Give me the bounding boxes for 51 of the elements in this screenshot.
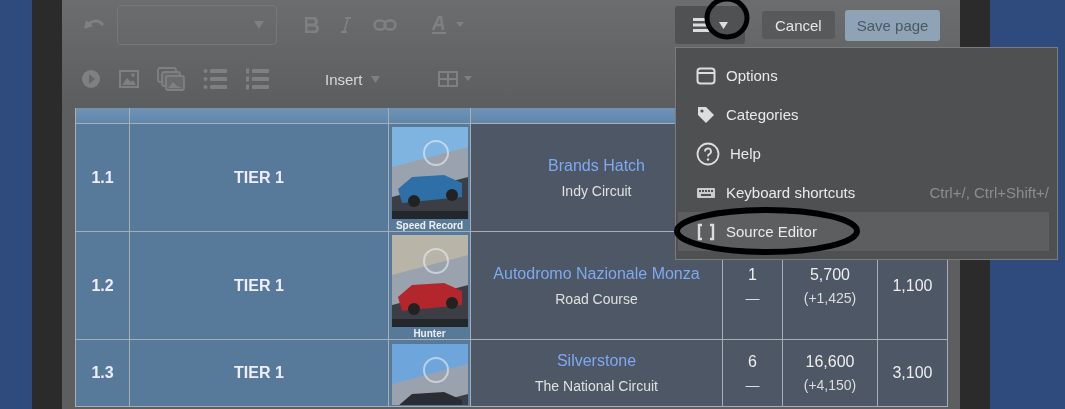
tier-label: TIER 1 <box>234 168 284 186</box>
caret-icon <box>718 21 728 29</box>
count-value: 1 <box>748 265 757 284</box>
track-link[interactable]: Silverstone <box>556 352 637 370</box>
menu-item[interactable]: Categories <box>678 95 1049 134</box>
caret-icon <box>370 75 380 83</box>
picture-caption: Hunter <box>413 328 446 339</box>
image-icon[interactable] <box>119 70 139 88</box>
score-bonus: (+1,425) <box>803 289 857 306</box>
link-icon[interactable] <box>373 19 397 31</box>
count-change: — <box>745 377 760 393</box>
insert-menu-button[interactable]: Insert <box>325 70 380 88</box>
menu-item[interactable]: Options <box>678 56 1049 95</box>
bullet-list-icon[interactable] <box>203 68 227 90</box>
save-page-button[interactable]: Save page <box>844 9 941 41</box>
track-layout: The National Circuit <box>535 378 658 394</box>
shortcut-hint: Ctrl+/, Ctrl+Shift+/ <box>929 184 1049 201</box>
track-link[interactable]: Autodromo Nazionale Monza <box>493 264 700 283</box>
reward-value: 1,100 <box>892 276 933 294</box>
tier-label: TIER 1 <box>234 364 284 381</box>
window-icon <box>696 66 716 85</box>
track-layout: Road Course <box>555 290 638 307</box>
score-bonus: (+4,150) <box>803 377 857 393</box>
numbered-list-icon[interactable] <box>245 68 269 90</box>
row-number: 1.2 <box>91 276 114 294</box>
picture-caption: Speed Record <box>395 220 464 231</box>
tag-icon <box>696 104 716 125</box>
score-value: 5,700 <box>809 265 850 284</box>
menu-icon <box>692 18 709 32</box>
tier-label: TIER 1 <box>234 276 284 294</box>
menu-item[interactable]: Help <box>678 134 1049 173</box>
brackets-icon <box>696 222 716 241</box>
count-value: 6 <box>748 353 757 371</box>
cancel-button[interactable]: Cancel <box>762 11 835 39</box>
caret-icon <box>254 21 264 29</box>
count-change: — <box>745 289 760 306</box>
bold-icon[interactable] <box>305 17 319 33</box>
track-layout: Indy Circuit <box>561 182 632 199</box>
keyboard-icon <box>696 185 716 200</box>
reward-value: 3,100 <box>892 364 933 381</box>
italic-icon[interactable] <box>341 17 351 33</box>
help-icon <box>696 141 720 166</box>
score-value: 16,600 <box>805 353 855 371</box>
gallery-icon[interactable] <box>157 67 185 91</box>
row-number: 1.1 <box>91 168 114 186</box>
text-style-icon[interactable] <box>431 16 467 34</box>
play-icon[interactable] <box>81 69 101 89</box>
track-link[interactable]: Brands Hatch <box>548 156 645 175</box>
row-number: 1.3 <box>91 364 114 381</box>
table-icon[interactable] <box>437 71 474 87</box>
format-dropdown[interactable] <box>117 5 277 45</box>
